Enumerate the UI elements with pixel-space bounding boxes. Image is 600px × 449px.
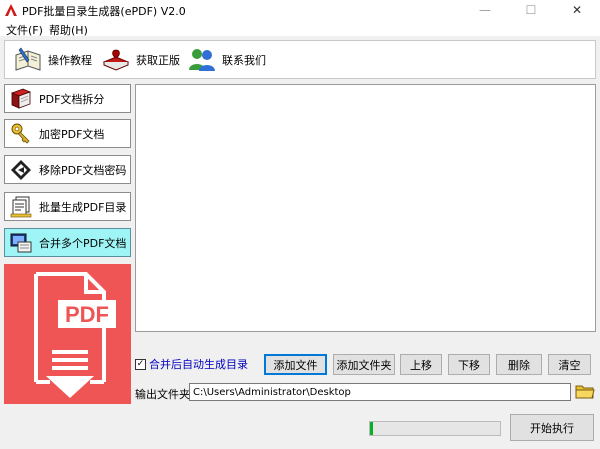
sidebar-item-merge-pdf[interactable]: 合并多个PDF文档 [4, 228, 131, 257]
file-list[interactable] [135, 84, 596, 332]
toolbar: 操作教程 获取正版 联系我们 [4, 40, 596, 79]
minimize-icon: — [479, 3, 491, 17]
tutorial-button[interactable]: 操作教程 [13, 45, 92, 75]
menu-bar: 文件(F) 帮助(H) [0, 20, 600, 38]
sidebar-item-label: PDF文档拆分 [39, 92, 105, 106]
sidebar-item-label: 加密PDF文档 [39, 127, 105, 141]
contact-us-button[interactable]: 联系我们 [187, 45, 266, 75]
progress-bar [369, 421, 501, 436]
add-file-button[interactable]: 添加文件 [264, 354, 327, 375]
minimize-button[interactable]: — [462, 0, 508, 20]
clear-button[interactable]: 清空 [548, 354, 591, 375]
maximize-icon: ☐ [525, 3, 537, 17]
sidebar-item-pdf-split[interactable]: PDF文档拆分 [4, 84, 131, 113]
red-book-icon [102, 49, 130, 71]
sidebar-item-batch-toc[interactable]: 批量生成PDF目录 [4, 192, 131, 221]
tutorial-label: 操作教程 [48, 54, 92, 67]
add-folder-button[interactable]: 添加文件夹 [333, 354, 395, 375]
sidebar-item-encrypt-pdf[interactable]: 加密PDF文档 [4, 119, 131, 148]
output-folder-label: 输出文件夹 [135, 388, 190, 401]
get-genuine-button[interactable]: 获取正版 [101, 45, 180, 75]
checkmark-icon: ✓ [136, 358, 145, 369]
close-button[interactable]: ✕ [554, 0, 600, 20]
menu-file[interactable]: 文件(F) [6, 22, 43, 38]
contact-us-label: 联系我们 [222, 54, 266, 67]
progress-fill [370, 422, 373, 435]
auto-toc-option[interactable]: ✓ 合并后自动生成目录 [135, 357, 248, 371]
output-folder-input[interactable] [189, 383, 571, 401]
keys-icon [11, 123, 30, 144]
banner-pdf-text: PDF [65, 302, 109, 327]
documents-icon [10, 196, 32, 217]
delete-button[interactable]: 删除 [496, 354, 542, 375]
pdf-banner: PDF [4, 264, 131, 404]
window-title: PDF批量目录生成器(ePDF) V2.0 [22, 5, 186, 18]
start-button[interactable]: 开始执行 [510, 414, 594, 441]
maximize-button[interactable]: ☐ [508, 0, 554, 20]
auto-toc-checkbox[interactable]: ✓ [135, 358, 146, 370]
auto-toc-label: 合并后自动生成目录 [149, 358, 248, 371]
merge-monitor-icon [10, 233, 32, 252]
move-up-button[interactable]: 上移 [400, 354, 442, 375]
people-icon [189, 49, 215, 71]
sidebar-item-label: 合并多个PDF文档 [39, 236, 127, 250]
sidebar-item-remove-password[interactable]: 移除PDF文档密码 [4, 155, 131, 184]
pdf-document-icon: PDF [34, 272, 116, 398]
menu-help[interactable]: 帮助(H) [49, 22, 88, 38]
title-bar: PDF批量目录生成器(ePDF) V2.0 — ☐ ✕ [0, 0, 600, 20]
folder-icon[interactable] [575, 382, 595, 400]
move-down-button[interactable]: 下移 [448, 354, 490, 375]
book-pen-icon [15, 47, 41, 71]
get-genuine-label: 获取正版 [136, 54, 180, 67]
close-icon: ✕ [571, 3, 583, 17]
app-logo-icon [5, 4, 17, 16]
sidebar-item-label: 移除PDF文档密码 [39, 163, 127, 177]
book-split-icon [10, 88, 32, 109]
sidebar-item-label: 批量生成PDF目录 [39, 200, 127, 214]
unlock-diamond-icon [11, 159, 31, 180]
